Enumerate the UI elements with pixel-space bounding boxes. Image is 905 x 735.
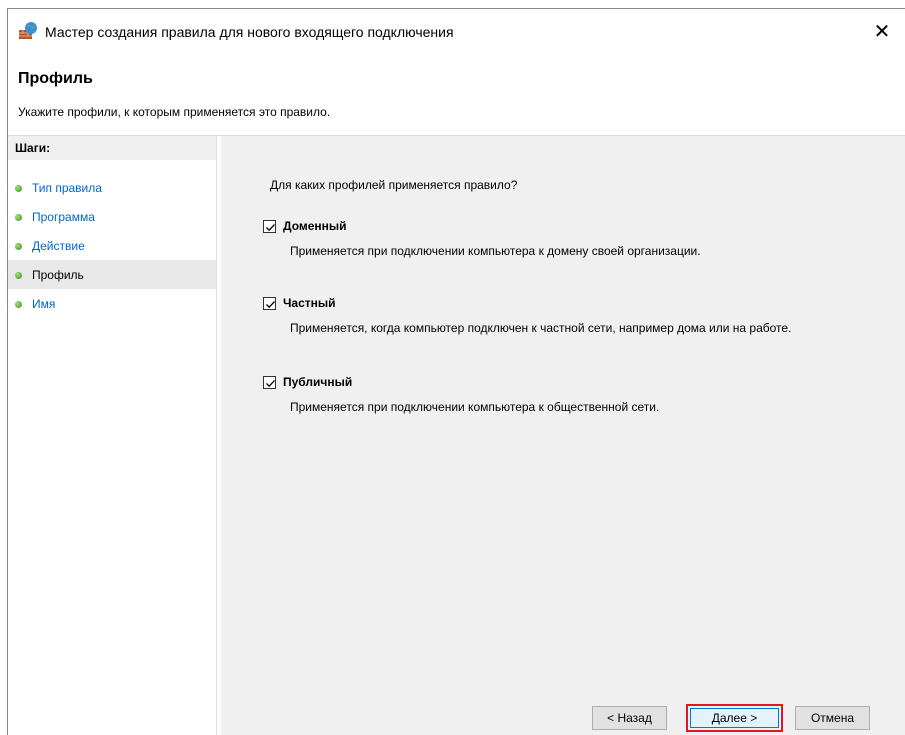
- next-button[interactable]: Далее >: [686, 704, 783, 732]
- cancel-button[interactable]: Отмена: [795, 706, 870, 730]
- close-icon: ✕: [873, 20, 891, 43]
- checkmark-icon: [266, 380, 275, 388]
- window-title: Мастер создания правила для нового входя…: [45, 24, 454, 40]
- steps-title: Шаги:: [8, 136, 216, 160]
- step-label: Тип правила: [32, 181, 102, 195]
- wizard-header: Профиль Укажите профили, к которым приме…: [8, 53, 905, 136]
- step-status-icon: [15, 214, 22, 221]
- profile-name[interactable]: Доменный: [283, 219, 347, 233]
- step-program[interactable]: Программа: [8, 202, 216, 231]
- step-status-icon: [15, 272, 22, 279]
- title-bar: Мастер создания правила для нового входя…: [8, 9, 905, 53]
- step-status-icon: [15, 185, 22, 192]
- profile-name[interactable]: Публичный: [283, 375, 352, 389]
- step-action[interactable]: Действие: [8, 231, 216, 260]
- profile-name[interactable]: Частный: [283, 296, 336, 310]
- wizard-content: Для каких профилей применяется правило? …: [221, 136, 905, 735]
- step-label: Действие: [32, 239, 85, 253]
- step-status-icon: [15, 243, 22, 250]
- step-rule-type[interactable]: Тип правила: [8, 173, 216, 202]
- close-button[interactable]: ✕: [859, 9, 905, 53]
- step-label: Профиль: [32, 268, 84, 282]
- back-button[interactable]: < Назад: [592, 706, 667, 730]
- step-label: Имя: [32, 297, 56, 311]
- step-status-icon: [15, 301, 22, 308]
- step-name[interactable]: Имя: [8, 289, 216, 318]
- public-checkbox[interactable]: [263, 376, 276, 389]
- domain-checkbox[interactable]: [263, 220, 276, 233]
- profile-description: Применяется при подключении компьютера к…: [290, 244, 701, 258]
- page-title: Профиль: [18, 70, 93, 87]
- profile-description: Применяется, когда компьютер подключен к…: [290, 321, 792, 335]
- private-checkbox[interactable]: [263, 297, 276, 310]
- profile-description: Применяется при подключении компьютера к…: [290, 400, 660, 414]
- steps-sidebar: Шаги: Тип правила Программа Действие Про…: [8, 136, 217, 735]
- step-profile[interactable]: Профиль: [8, 260, 216, 289]
- wizard-window: Мастер создания правила для нового входя…: [7, 8, 905, 735]
- step-label: Программа: [32, 210, 95, 224]
- page-subtitle: Укажите профили, к которым применяется э…: [18, 105, 331, 119]
- firewall-icon: [18, 21, 38, 41]
- steps-title-label: Шаги:: [15, 141, 51, 155]
- profiles-question: Для каких профилей применяется правило?: [270, 178, 518, 192]
- checkmark-icon: [266, 301, 275, 309]
- checkmark-icon: [266, 224, 275, 232]
